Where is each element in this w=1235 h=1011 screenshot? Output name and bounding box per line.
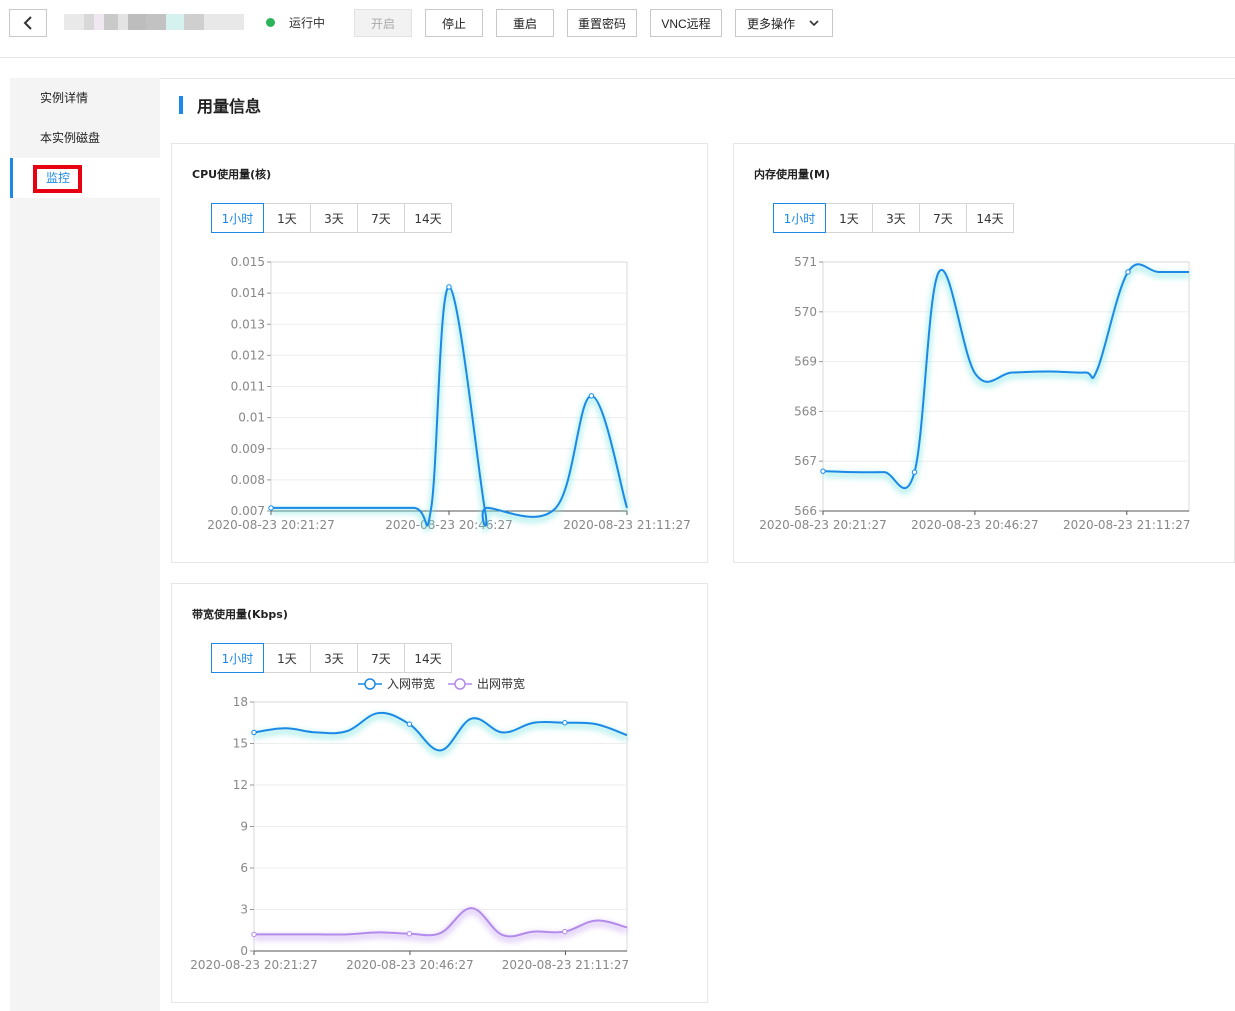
legend-marker bbox=[454, 678, 466, 690]
y-tick-label: 6 bbox=[240, 861, 248, 875]
vnc-button[interactable]: VNC远程 bbox=[650, 9, 722, 37]
x-tick-label: 2020-08-23 20:46:27 bbox=[346, 958, 473, 972]
y-tick-label: 0.012 bbox=[231, 348, 265, 362]
data-point bbox=[446, 284, 452, 290]
memory-usage-card: 内存使用量(M) 1小时 1天 3天 7天 14天 571 570 569 568 56… bbox=[733, 143, 1235, 563]
cpu-usage-card: CPU使用量(核) 1小时 1天 3天 7天 14天 0.015 0.014 0.0… bbox=[171, 143, 708, 563]
y-tick-label: 0.013 bbox=[231, 317, 265, 331]
section-title-text: 用量信息 bbox=[197, 97, 262, 116]
more-actions-label: 更多操作 bbox=[746, 16, 795, 31]
y-tick-label: 566 bbox=[794, 504, 817, 518]
y-tick-label: 567 bbox=[794, 454, 817, 468]
bandwidth-usage-card: 带宽使用量(Kbps) 1小时 1天 3天 7天 14天 18 15 12 9 6 3 0 2… bbox=[171, 583, 708, 1003]
data-point bbox=[562, 720, 568, 726]
x-tick-label: 2020-08-23 21:11:27 bbox=[1063, 518, 1190, 532]
top-bar: 运行中 开启 停止 重启 重置密码 VNC远程 更多操作 bbox=[0, 0, 1235, 58]
x-tick-label: 2020-08-23 20:46:27 bbox=[911, 518, 1038, 532]
stop-button[interactable]: 停止 bbox=[425, 9, 483, 37]
x-tick-label: 2020-08-23 21:11:27 bbox=[563, 518, 690, 532]
y-tick-label: 0.01 bbox=[238, 411, 265, 425]
y-tick-label: 0 bbox=[240, 944, 248, 958]
sidebar: 实例详情 本实例磁盘 监控 bbox=[10, 78, 160, 1011]
legend-item: 出网带宽 bbox=[448, 676, 525, 691]
y-tick-label: 12 bbox=[233, 778, 248, 792]
sidebar-item-label: 监控 bbox=[46, 171, 71, 185]
back-button[interactable] bbox=[9, 9, 47, 37]
x-tick-label: 2020-08-23 20:21:27 bbox=[759, 518, 886, 532]
range-1h-button[interactable]: 1小时 bbox=[773, 203, 826, 233]
data-point bbox=[251, 931, 257, 938]
y-tick-label: 569 bbox=[794, 355, 817, 369]
data-point bbox=[562, 928, 568, 935]
y-tick-label: 0.009 bbox=[231, 442, 265, 456]
y-tick-label: 3 bbox=[240, 903, 248, 917]
y-tick-label: 0.014 bbox=[231, 286, 265, 300]
start-button[interactable]: 开启 bbox=[354, 9, 412, 37]
y-tick-label: 15 bbox=[233, 737, 248, 751]
series-glow bbox=[822, 264, 1189, 495]
y-tick-label: 0.007 bbox=[231, 504, 265, 518]
range-1h-button[interactable]: 1小时 bbox=[211, 643, 264, 673]
y-tick-label: 0.015 bbox=[231, 255, 265, 269]
y-tick-label: 570 bbox=[794, 305, 817, 319]
x-tick-label: 2020-08-23 20:46:27 bbox=[385, 518, 512, 532]
legend-label: 入网带宽 bbox=[387, 676, 435, 691]
series-line bbox=[253, 711, 628, 752]
section-title: 用量信息 bbox=[179, 95, 262, 116]
instance-status: 运行中 bbox=[266, 14, 325, 31]
y-tick-label: 0.011 bbox=[231, 380, 265, 394]
data-point bbox=[251, 729, 257, 736]
chevron-down-icon bbox=[809, 20, 819, 27]
data-point bbox=[406, 721, 413, 727]
legend-item: 入网带宽 bbox=[358, 676, 435, 691]
status-dot-icon bbox=[266, 18, 275, 27]
more-actions-button[interactable]: 更多操作 bbox=[735, 9, 833, 37]
sidebar-item-instance-details[interactable]: 实例详情 bbox=[10, 78, 160, 118]
legend-label: 出网带宽 bbox=[477, 676, 525, 691]
content-divider bbox=[160, 78, 1235, 79]
series-glow bbox=[253, 712, 629, 757]
y-tick-label: 9 bbox=[240, 820, 248, 834]
sidebar-item-instance-disks[interactable]: 本实例磁盘 bbox=[10, 118, 160, 158]
range-1h-button[interactable]: 1小时 bbox=[211, 203, 264, 233]
data-point bbox=[268, 505, 274, 511]
sidebar-item-label: 实例详情 bbox=[40, 91, 89, 105]
x-tick-label: 2020-08-23 21:11:27 bbox=[502, 958, 629, 972]
chevron-left-icon bbox=[23, 16, 32, 30]
sidebar-item-monitor[interactable]: 监控 bbox=[10, 158, 160, 198]
data-point bbox=[820, 468, 826, 474]
status-label: 运行中 bbox=[289, 16, 326, 30]
data-point bbox=[588, 393, 595, 399]
restart-button[interactable]: 重启 bbox=[496, 9, 554, 37]
data-point bbox=[1125, 269, 1131, 275]
sidebar-item-label: 本实例磁盘 bbox=[40, 131, 101, 145]
data-point bbox=[911, 469, 918, 475]
section-title-accent bbox=[179, 96, 183, 114]
data-point bbox=[406, 931, 413, 937]
series-line bbox=[271, 285, 628, 527]
instance-name-redacted bbox=[64, 14, 244, 30]
x-tick-label: 2020-08-23 20:21:27 bbox=[190, 958, 317, 972]
legend-marker bbox=[364, 678, 376, 690]
y-tick-label: 568 bbox=[794, 404, 817, 418]
series-glow bbox=[271, 286, 630, 532]
y-tick-label: 571 bbox=[794, 255, 817, 269]
y-tick-label: 0.008 bbox=[231, 473, 265, 487]
x-tick-label: 2020-08-23 20:21:27 bbox=[207, 518, 334, 532]
reset-password-button[interactable]: 重置密码 bbox=[567, 9, 637, 37]
y-tick-label: 18 bbox=[233, 695, 248, 709]
